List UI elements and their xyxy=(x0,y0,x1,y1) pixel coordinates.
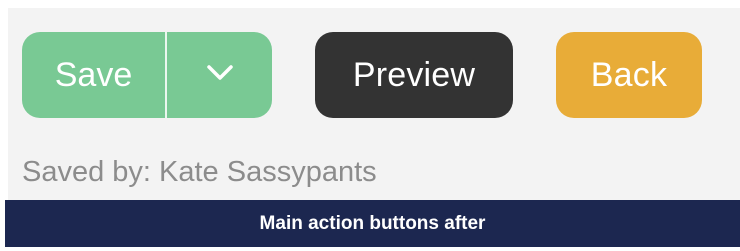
action-panel: Save Preview Back Saved by: Kate Sassypa… xyxy=(8,8,740,200)
saved-by-status: Saved by: Kate Sassypants xyxy=(22,156,377,188)
caption-text: Main action buttons after xyxy=(259,212,486,234)
caption-bar: Main action buttons after xyxy=(5,200,740,247)
chevron-down-icon xyxy=(205,63,235,88)
back-button[interactable]: Back xyxy=(556,32,702,118)
save-button[interactable]: Save xyxy=(22,32,167,118)
save-split-button[interactable]: Save xyxy=(22,32,272,118)
preview-button[interactable]: Preview xyxy=(315,32,513,118)
save-options-toggle[interactable] xyxy=(167,32,272,118)
